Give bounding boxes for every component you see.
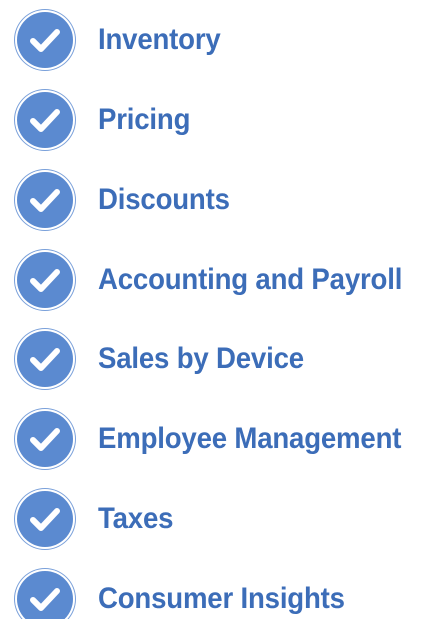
list-item-taxes: Taxes [0,491,438,551]
check-circle-icon [17,92,73,148]
check-circle-icon [17,411,73,467]
list-item-label: Accounting and Payroll [98,263,403,296]
check-circle-icon [17,571,73,619]
check-circle-icon [17,172,73,228]
list-item-inventory: Inventory [0,12,438,72]
list-item-discounts: Discounts [0,172,438,232]
list-item-consumer-insights: Consumer Insights [0,571,438,619]
list-item-sales-by-device: Sales by Device [0,331,438,391]
check-circle-icon [17,252,73,308]
list-item-label: Inventory [98,23,221,56]
list-item-accounting-payroll: Accounting and Payroll [0,252,438,312]
list-item-label: Sales by Device [98,342,304,375]
check-circle-icon [17,491,73,547]
list-item-label: Pricing [98,103,191,136]
list-item-label: Discounts [98,183,230,216]
list-item-pricing: Pricing [0,92,438,152]
list-item-employee-management: Employee Management [0,411,438,471]
check-circle-icon [17,331,73,387]
feature-checklist-page: Inventory Pricing Discounts Accounting a… [0,0,438,619]
list-item-label: Consumer Insights [98,582,345,615]
list-item-label: Taxes [98,502,174,535]
list-item-label: Employee Management [98,422,402,455]
check-circle-icon [17,12,73,68]
